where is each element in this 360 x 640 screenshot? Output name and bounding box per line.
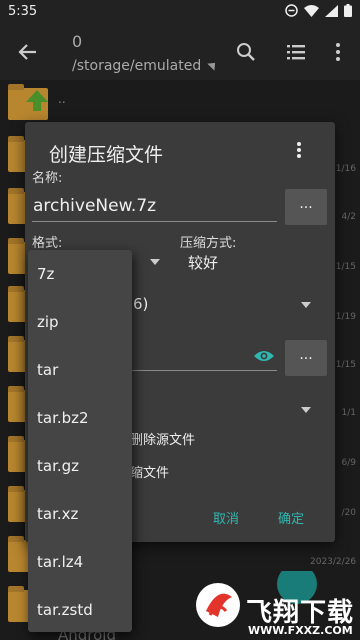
format-option-tar-zstd[interactable]: tar.zstd (28, 586, 132, 634)
row-date: 4/2 (341, 212, 356, 222)
browse-password-button[interactable]: ... (285, 340, 327, 376)
row-date: 1/15 (335, 360, 356, 370)
compression-label: 压缩方式: (180, 236, 237, 251)
delete-source-option[interactable]: 删除源文件 (130, 429, 195, 448)
status-time: 5:35 (8, 4, 38, 19)
archive-option[interactable]: 缩文件 (130, 462, 169, 481)
name-label: 名称: (32, 171, 63, 186)
cancel-button[interactable]: 取消 (213, 508, 239, 527)
watermark-url: WWW.FXXZ.COM (248, 624, 353, 637)
format-option-tar[interactable]: tar (28, 346, 132, 394)
format-option-tar-bz2[interactable]: tar.bz2 (28, 394, 132, 442)
row-date: /20 (341, 508, 356, 518)
ok-button[interactable]: 确定 (278, 508, 304, 527)
signal-icon (325, 4, 338, 17)
app-bar: 0 /storage/emulated (0, 24, 360, 80)
format-option-tar-xz[interactable]: tar.xz (28, 490, 132, 538)
wifi-icon (304, 4, 319, 17)
format-option-tar-lz4[interactable]: tar.lz4 (28, 538, 132, 586)
dialog-title: 创建压缩文件 (49, 144, 164, 166)
row-date: 1/15 (335, 262, 356, 272)
parent-folder-label[interactable]: .. (58, 92, 66, 106)
do-not-disturb-icon (285, 4, 298, 17)
current-path[interactable]: /storage/emulated (72, 58, 201, 74)
search-icon[interactable] (234, 40, 258, 64)
row-date: 2023/2/26 (310, 557, 357, 567)
compression-select[interactable]: 较好 (188, 252, 218, 273)
more-vert-icon[interactable] (289, 140, 309, 162)
chevron-down-icon[interactable] (301, 302, 311, 308)
browse-name-button[interactable]: ... (285, 189, 327, 225)
format-label: 格式: (32, 236, 63, 251)
row-date: 6/9 (341, 458, 356, 468)
archive-name-input[interactable]: archiveNew.7z (33, 196, 156, 216)
format-option-tar-gz[interactable]: tar.gz (28, 442, 132, 490)
format-dropdown: 7z zip tar tar.bz2 tar.gz tar.xz tar.lz4… (28, 250, 132, 632)
format-option-zip[interactable]: zip (28, 298, 132, 346)
partial-field-value[interactable]: 6) (133, 295, 148, 313)
list-view-icon[interactable] (284, 40, 308, 64)
row-date: 1/16 (335, 164, 356, 174)
more-vert-icon[interactable] (326, 40, 350, 64)
password-underline (125, 370, 277, 371)
status-bar: 5:35 (0, 0, 360, 24)
row-date: 1/1 (341, 408, 356, 418)
chevron-down-icon[interactable] (150, 259, 160, 265)
format-option-7z[interactable]: 7z (28, 250, 132, 298)
name-underline (32, 221, 277, 222)
eye-icon[interactable] (253, 348, 275, 364)
back-arrow-icon[interactable] (14, 38, 42, 66)
status-icons (285, 4, 352, 17)
up-arrow-stem (33, 101, 41, 111)
battery-icon (344, 4, 352, 17)
chevron-down-icon[interactable] (301, 407, 311, 413)
item-count: 0 (72, 32, 83, 51)
row-date: 1/19 (335, 312, 356, 322)
